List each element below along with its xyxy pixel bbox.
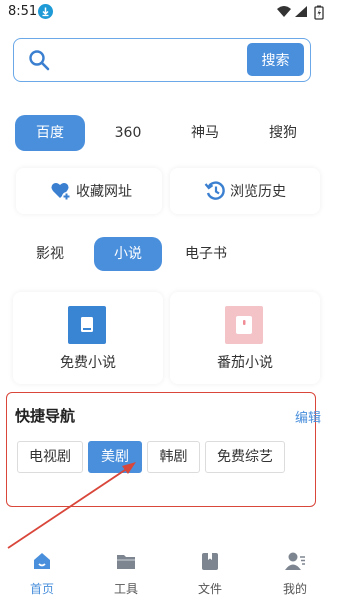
nav-chip-us-drama[interactable]: 美剧 [88,441,142,473]
search-input[interactable] [62,47,248,73]
wifi-icon [277,6,291,17]
search-engine-tabs: 百度 360 神马 搜狗 [0,115,337,153]
tomato-novel-icon [225,306,263,344]
search-bar: 搜索 [13,38,311,82]
book-icon [68,306,106,344]
app-free-novel[interactable]: 免费小说 [13,292,163,384]
app-tomato-novel-label: 番茄小说 [217,355,273,371]
bookmarks-label: 收藏网址 [76,184,132,200]
category-tab-video[interactable]: 影视 [22,237,78,271]
engine-tab-baidu[interactable]: 百度 [15,115,85,151]
status-icons [275,4,327,20]
file-icon [199,550,221,572]
heart-plus-icon [50,180,72,202]
engine-tab-sougou[interactable]: 搜狗 [248,115,318,151]
engine-tab-360[interactable]: 360 [93,115,163,151]
category-tab-novel[interactable]: 小说 [94,237,162,271]
profile-icon [284,550,306,572]
bottom-nav-files-label: 文件 [197,582,222,596]
folder-icon [115,550,137,572]
signal-icon [295,6,307,17]
bottom-nav-home[interactable]: 首页 [12,540,72,596]
quick-nav-title: 快捷导航 [15,407,76,425]
history-icon [204,180,226,202]
nav-chip-tv-series[interactable]: 电视剧 [17,441,83,473]
bottom-nav-profile-label: 我的 [282,582,307,596]
engine-tab-shenma[interactable]: 神马 [170,115,240,151]
status-bar: 8:51 [0,0,337,24]
bottom-nav-tools-label: 工具 [113,582,138,596]
status-time: 8:51 [8,4,38,19]
history-label: 浏览历史 [230,184,286,200]
app-free-novel-label: 免费小说 [60,355,116,371]
bottom-nav-home-label: 首页 [29,582,54,596]
home-icon [31,550,53,572]
nav-chip-free-variety[interactable]: 免费综艺 [205,441,285,473]
bottom-nav-profile[interactable]: 我的 [265,540,325,596]
app-tomato-novel[interactable]: 番茄小说 [170,292,320,384]
battery-icon [314,5,324,20]
quick-nav-edit-link[interactable]: 编辑 [295,407,321,426]
download-icon [38,4,53,19]
bottom-nav: 首页 工具 文件 我的 [0,540,337,600]
nav-chip-korean-drama[interactable]: 韩剧 [147,441,200,473]
bookmarks-button[interactable]: 收藏网址 [16,168,162,214]
search-button[interactable]: 搜索 [247,43,304,76]
category-tab-ebook[interactable]: 电子书 [176,237,236,271]
search-icon [28,49,50,71]
quick-nav-section: 快捷导航 编辑 电视剧 美剧 韩剧 免费综艺 [6,392,321,507]
history-button[interactable]: 浏览历史 [170,168,320,214]
bottom-nav-files[interactable]: 文件 [180,540,240,596]
bottom-nav-tools[interactable]: 工具 [96,540,156,596]
